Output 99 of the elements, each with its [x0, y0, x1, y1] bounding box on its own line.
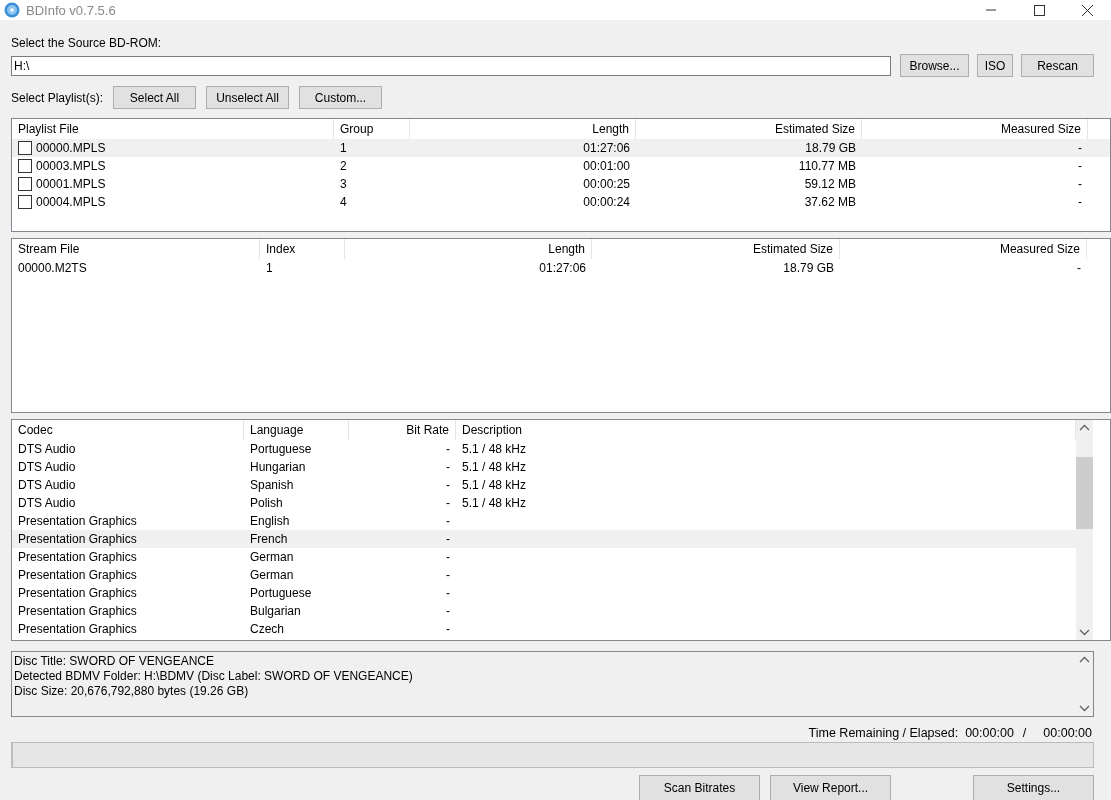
table-cell-text: -: [445, 531, 451, 548]
table-cell-text: -: [445, 459, 451, 476]
playlist-selection-label: Select Playlist(s):: [11, 90, 105, 105]
time-separator: /: [1022, 726, 1027, 740]
column-header[interactable]: Stream File: [12, 239, 260, 259]
table-cell-text: DTS Audio: [17, 441, 77, 458]
table-cell-text: 5.1 / 48 kHz: [461, 459, 528, 476]
table-cell-text: 5.1 / 48 kHz: [461, 477, 528, 494]
disc-info-line: Disc Title: SWORD OF VENGEANCE: [14, 654, 216, 669]
table-cell-text: Presentation Graphics: [17, 585, 138, 602]
table-cell-text: -: [1077, 140, 1083, 157]
column-header[interactable]: Language: [244, 420, 349, 440]
column-header[interactable]: Estimated Size: [592, 239, 840, 259]
table-cell-text: Presentation Graphics: [17, 549, 138, 566]
playlist-selection-button[interactable]: Select All: [113, 86, 196, 109]
table-cell-text: -: [445, 549, 451, 566]
table-cell-text: 1: [265, 260, 274, 277]
table-cell-text: 5.1 / 48 kHz: [461, 441, 528, 458]
table-cell-text: 4: [339, 194, 348, 211]
table-cell-text: -: [445, 621, 451, 638]
table-cell-text: 01:27:06: [538, 260, 587, 277]
table-cell-text: Czech: [249, 621, 285, 638]
source-path-field[interactable]: H:\: [11, 55, 891, 76]
table-cell-text: 01:27:06: [582, 140, 631, 157]
time-elapsed: 00:00:00: [1043, 726, 1092, 740]
maximize-icon[interactable]: [1033, 4, 1045, 16]
disc-info-line: Disc Size: 20,676,792,880 bytes (19.26 GB): [14, 684, 250, 699]
table-cell: 00003.MPLS: [12, 157, 334, 175]
time-remaining: 00:00:00: [965, 726, 1014, 740]
table-cell-text: Presentation Graphics: [17, 603, 138, 620]
table-cell-text: Bulgarian: [249, 603, 302, 620]
table-cell-text: 110.77 MB: [797, 158, 857, 175]
table-cell-text: -: [1077, 158, 1083, 175]
table-cell-text: Hungarian: [249, 459, 307, 476]
table-cell: 00004.MPLS: [12, 193, 334, 211]
time-label: Time Remaining / Elapsed:: [808, 726, 959, 740]
action-button[interactable]: Scan Bitrates: [639, 775, 760, 800]
table-cell-text: -: [1077, 176, 1083, 193]
table-cell-text: Presentation Graphics: [17, 567, 138, 584]
table-cell-text: French: [249, 531, 289, 548]
table-cell-text: 00:01:00: [582, 158, 631, 175]
disc-info-line: Detected BDMV Folder: H:\BDMV (Disc Label: SWORD OF VENGEANCE): [14, 669, 414, 684]
table-cell-text: 1: [339, 140, 348, 157]
table-cell-text: -: [445, 603, 451, 620]
table-cell-text: Portuguese: [249, 585, 313, 602]
table-cell-text: 37.62 MB: [803, 194, 857, 211]
table-cell-text: -: [445, 495, 451, 512]
source-label: Select the Source BD-ROM:: [11, 36, 163, 50]
column-header[interactable]: Measured Size: [840, 239, 1087, 259]
playlist-selection-button[interactable]: Custom...: [299, 86, 382, 109]
source-button[interactable]: ISO: [977, 54, 1013, 77]
table-cell-text: 2: [339, 158, 348, 175]
table-cell-text: Spanish: [249, 477, 295, 494]
highlighted-row[interactable]: 00000.MPLS 1 01:27:06 18.79 GB -: [12, 139, 1110, 157]
checkbox[interactable]: [18, 195, 32, 209]
table-cell-text: -: [445, 441, 451, 458]
table-cell-text: 00000.M2TS: [17, 260, 88, 277]
table-cell-text: -: [1077, 194, 1083, 211]
table-cell: 00001.MPLS: [12, 175, 334, 193]
action-button[interactable]: Settings...: [973, 775, 1094, 800]
playlist-selection-button[interactable]: Unselect All: [206, 86, 289, 109]
checkbox[interactable]: [18, 177, 32, 191]
source-button[interactable]: Rescan: [1021, 54, 1094, 77]
table-cell-text: DTS Audio: [17, 495, 77, 512]
scrollbar[interactable]: [1076, 420, 1093, 640]
column-header[interactable]: Bit Rate: [349, 420, 456, 440]
table-cell-text: -: [1076, 260, 1082, 277]
table-cell-text: Presentation Graphics: [17, 513, 138, 530]
table-cell-text: 3: [339, 176, 348, 193]
table-cell-text: 00:00:24: [582, 194, 631, 211]
source-button[interactable]: Browse...: [900, 54, 969, 77]
table-cell-text: 18.79 GB: [782, 260, 835, 277]
table-cell-text: Presentation Graphics: [17, 531, 138, 548]
table-cell-text: Portuguese: [249, 441, 313, 458]
table-cell-text: DTS Audio: [17, 459, 77, 476]
table-cell-text: 00:00:25: [582, 176, 631, 193]
table-cell: 00000.MPLS: [12, 139, 334, 157]
highlighted-row[interactable]: Presentation Graphics French -: [12, 530, 1076, 548]
table-cell-text: 59.12 MB: [803, 176, 857, 193]
table-cell-text: 5.1 / 48 kHz: [461, 495, 528, 512]
window-title: BDInfo v0.7.5.6: [26, 2, 116, 18]
column-header[interactable]: Index: [260, 239, 345, 259]
table-cell-text: -: [445, 585, 451, 602]
checkbox[interactable]: [18, 141, 32, 155]
column-header[interactable]: Length: [345, 239, 592, 259]
table-cell-text: DTS Audio: [17, 477, 77, 494]
table-cell-text: 18.79 GB: [804, 140, 857, 157]
table-cell-text: -: [445, 513, 451, 530]
checkbox[interactable]: [18, 159, 32, 173]
close-icon[interactable]: [1081, 4, 1093, 16]
column-header[interactable]: Codec: [12, 420, 244, 440]
table-cell-text: -: [445, 567, 451, 584]
table-cell-text: Polish: [249, 495, 284, 512]
table-cell-text: Presentation Graphics: [17, 621, 138, 638]
action-button[interactable]: View Report...: [770, 775, 891, 800]
table-cell-text: German: [249, 567, 295, 584]
table-cell-text: English: [249, 513, 291, 530]
table-cell-text: German: [249, 549, 295, 566]
table-cell-text: -: [445, 477, 451, 494]
